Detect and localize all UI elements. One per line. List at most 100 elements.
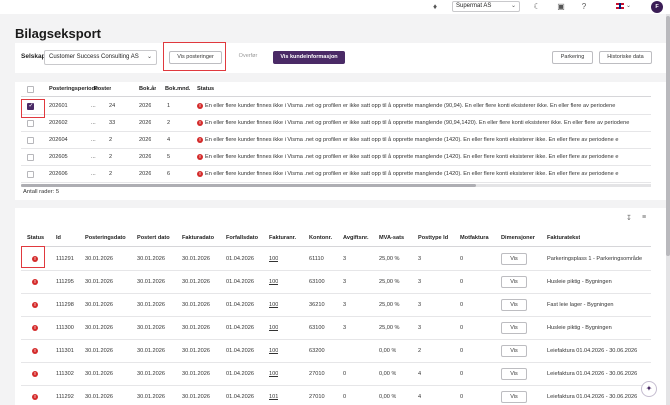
mot-cell: 0: [460, 348, 464, 354]
table-row[interactable]: ! 111302 30.01.2026 30.01.2026 30.01.2026 01.…: [21, 363, 651, 386]
fdato-cell: 30.01.2026: [182, 348, 210, 354]
vis-dimensions-button[interactable]: Vis: [501, 368, 527, 380]
vis-kundeinformasjon-button[interactable]: Vis kundeinformasjon: [273, 51, 345, 64]
page-scrollbar-thumb[interactable]: [666, 16, 670, 256]
column-header[interactable]: Poster: [94, 82, 111, 97]
error-icon: !: [197, 171, 203, 177]
download-icon[interactable]: ↧: [626, 214, 632, 222]
table-row[interactable]: 202606... 2 2026 6! En eller flere kunder fi…: [21, 166, 651, 183]
table-row[interactable]: ! 111295 30.01.2026 30.01.2026 30.01.2026 01.…: [21, 271, 651, 294]
error-icon[interactable]: !: [32, 394, 38, 400]
column-header[interactable]: Status: [197, 82, 214, 97]
column-header[interactable]: Postert dato: [137, 230, 170, 247]
horizontal-scrollbar-thumb[interactable]: [21, 184, 476, 187]
table-row[interactable]: 202605... 2 2026 5! En eller flere kunder fi…: [21, 149, 651, 166]
column-header[interactable]: Posteringsperiode: [49, 82, 98, 97]
company-switcher[interactable]: Supermat AS ⌄: [452, 1, 520, 12]
parkering-button[interactable]: Parkering: [552, 51, 593, 64]
column-header[interactable]: Kontonr.: [309, 230, 332, 247]
table-row[interactable]: ! 111291 30.01.2026 30.01.2026 30.01.2026 01.…: [21, 248, 651, 271]
settings-sliders-icon[interactable]: ≡: [642, 214, 646, 221]
error-icon[interactable]: !: [32, 256, 38, 262]
horizontal-scrollbar[interactable]: [21, 184, 651, 187]
column-header[interactable]: Avgiftsnr.: [343, 230, 369, 247]
vis-dimensions-button[interactable]: Vis: [501, 345, 527, 357]
table-row[interactable]: 202601... 24 2026 1!En eller flere kunder f…: [21, 98, 651, 115]
row-menu-button[interactable]: ...: [91, 166, 96, 183]
id-cell: 111300: [56, 325, 74, 331]
fnr-cell[interactable]: 100: [269, 248, 278, 271]
fnr-cell[interactable]: 100: [269, 271, 278, 294]
fnr-cell[interactable]: 100: [269, 340, 278, 363]
avg-cell: 3: [343, 302, 347, 308]
invoice-text-cell: Leiefaktura 01.04.2026 - 30.06.2026: [547, 371, 638, 377]
avatar[interactable]: F: [651, 1, 663, 13]
column-header[interactable]: Dimensjoner: [501, 230, 535, 247]
table-row[interactable]: ! 111300 30.01.2026 30.01.2026 30.01.2026 01.…: [21, 317, 651, 340]
bell-icon[interactable]: ♦: [430, 2, 440, 12]
error-icon[interactable]: !: [32, 348, 38, 354]
id-cell: 111295: [56, 279, 74, 285]
vis-dimensions-button[interactable]: Vis: [501, 276, 527, 288]
column-header[interactable]: Posttype Id: [418, 230, 448, 247]
fnr-cell[interactable]: 100: [269, 363, 278, 386]
vis-dimensions-button[interactable]: Vis: [501, 391, 527, 403]
moon-icon[interactable]: ☾: [532, 2, 542, 12]
postert-cell: 30.01.2026: [137, 348, 165, 354]
column-header[interactable]: Forfallsdato: [226, 230, 258, 247]
vis-dimensions-button[interactable]: Vis: [501, 253, 527, 265]
table-row[interactable]: ! 111298 30.01.2026 30.01.2026 30.01.2026 01.…: [21, 294, 651, 317]
select-all-checkbox[interactable]: [27, 86, 34, 93]
table-row[interactable]: 202604... 2 2026 4! En eller flere kunder fi…: [21, 132, 651, 149]
flag-uk-icon[interactable]: [616, 3, 624, 9]
company-select[interactable]: Customer Success Consulting AS ⌄: [44, 50, 157, 65]
column-header[interactable]: MVA-sats: [379, 230, 404, 247]
mot-cell: 0: [460, 302, 464, 308]
row-checkbox[interactable]: [27, 154, 34, 161]
column-header[interactable]: Bok.år: [139, 82, 156, 97]
row-checkbox[interactable]: [27, 137, 34, 144]
row-menu-button[interactable]: ...: [91, 149, 96, 166]
poster-cell: 2: [109, 154, 113, 160]
table-row[interactable]: 202602... 33 2026 2! En eller flere kunder f…: [21, 115, 651, 132]
invoice-text-cell: Leiefaktura 01.04.2026 - 30.06.2026: [547, 348, 638, 354]
column-header[interactable]: Posteringsdato: [85, 230, 126, 247]
row-checkbox[interactable]: [27, 120, 34, 127]
column-header[interactable]: Id: [56, 230, 61, 247]
row-checkbox[interactable]: [27, 102, 34, 110]
mva-cell: 0,00 %: [379, 348, 397, 354]
fnr-cell[interactable]: 100: [269, 294, 278, 317]
fnr-cell[interactable]: 101: [269, 386, 278, 405]
error-icon[interactable]: !: [32, 325, 38, 331]
help-icon[interactable]: ?: [579, 2, 589, 12]
vis-dimensions-button[interactable]: Vis: [501, 299, 527, 311]
column-header[interactable]: Fakturatekst: [547, 230, 580, 247]
chevron-down-icon: ⌄: [146, 54, 152, 60]
row-checkbox[interactable]: [27, 171, 34, 178]
vis-dimensions-button[interactable]: Vis: [501, 322, 527, 334]
table-row[interactable]: ! 111292 30.01.2026 30.01.2026 30.01.2026 01.…: [21, 386, 651, 405]
postert-cell: 30.01.2026: [137, 256, 165, 262]
error-icon: !: [197, 137, 203, 143]
lock-icon[interactable]: ▣: [556, 2, 566, 12]
overfor-button[interactable]: Overfør: [233, 51, 263, 64]
column-header[interactable]: Status: [27, 230, 44, 247]
fnr-cell[interactable]: 100: [269, 317, 278, 340]
column-header[interactable]: Motfaktura: [460, 230, 489, 247]
error-icon[interactable]: !: [32, 302, 38, 308]
historiske-data-button[interactable]: Historiske data: [599, 51, 652, 64]
periods-table: Posteringsperiode Poster Bok.år Bok.mnd. Sta…: [21, 82, 651, 187]
error-icon[interactable]: !: [32, 279, 38, 285]
chevron-down-icon[interactable]: ⌄: [626, 2, 631, 9]
row-menu-button[interactable]: ...: [91, 132, 96, 149]
vis-posteringer-button[interactable]: Vis posteringer: [169, 51, 222, 64]
mva-cell: 25,00 %: [379, 279, 400, 285]
table-row[interactable]: ! 111301 30.01.2026 30.01.2026 30.01.2026 01.…: [21, 340, 651, 363]
assistant-fab[interactable]: ✦: [641, 381, 657, 397]
error-icon[interactable]: !: [32, 371, 38, 377]
row-menu-button[interactable]: ...: [91, 115, 96, 132]
row-menu-button[interactable]: ...: [91, 98, 96, 115]
column-header[interactable]: Bok.mnd.: [165, 82, 190, 97]
column-header[interactable]: Fakturadato: [182, 230, 214, 247]
column-header[interactable]: Fakturanr.: [269, 230, 296, 247]
